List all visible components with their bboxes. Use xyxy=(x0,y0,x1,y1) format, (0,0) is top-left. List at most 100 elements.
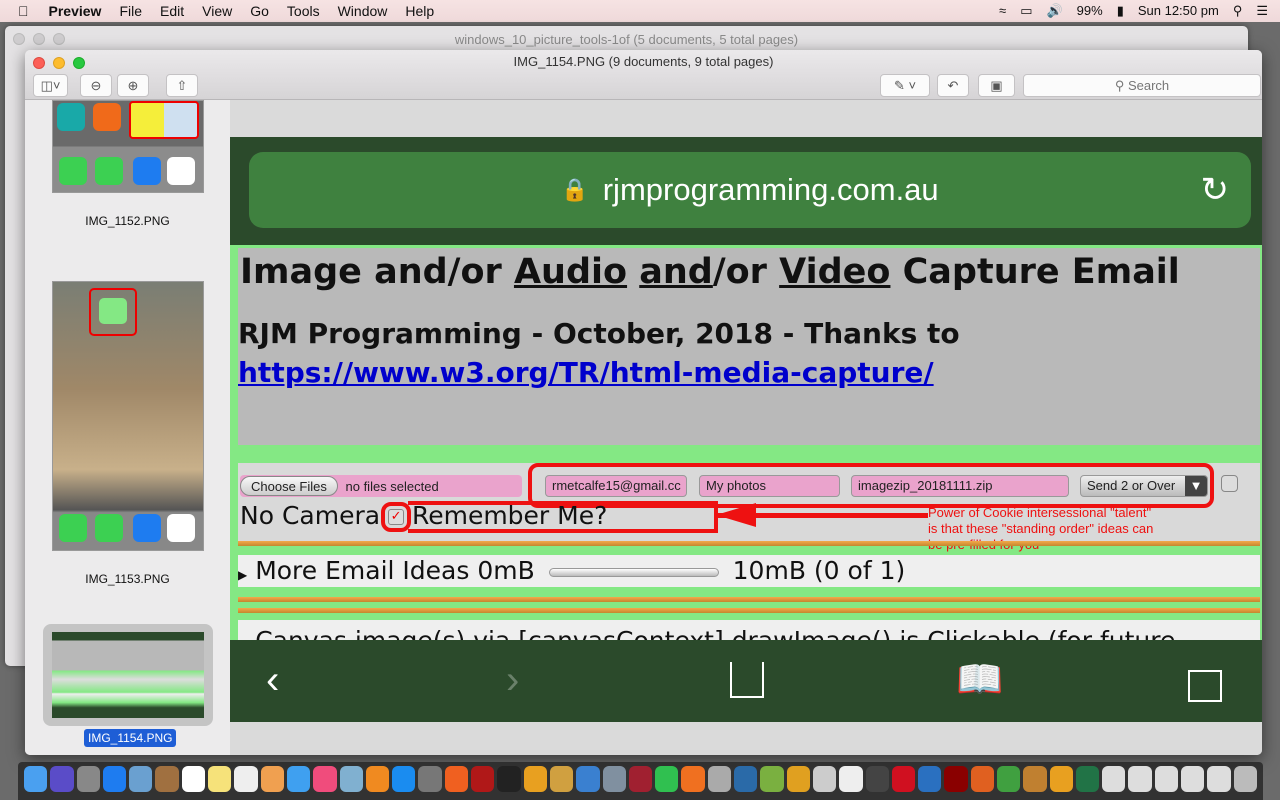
bookmarks-icon[interactable]: 📖 xyxy=(956,658,1003,702)
canvas-details[interactable]: ▶ Canvas image(s) via [canvasContext].dr… xyxy=(238,620,1260,640)
safari-icon[interactable] xyxy=(102,766,127,792)
markup-icon[interactable]: ✎ ˅ xyxy=(880,74,930,97)
w3-link[interactable]: https://www.w3.org/TR/html-media-capture… xyxy=(238,356,934,389)
apple-menu-icon[interactable]:  xyxy=(18,3,29,19)
tabs-icon[interactable] xyxy=(1188,670,1222,702)
messages-icon[interactable] xyxy=(286,766,311,792)
ibooks-icon[interactable] xyxy=(365,766,390,792)
toolbox-icon[interactable]: ▣ xyxy=(978,74,1015,97)
grapher-icon[interactable] xyxy=(707,766,732,792)
back-icon[interactable]: ‹ xyxy=(266,658,279,703)
forward-icon[interactable]: › xyxy=(506,658,519,703)
share-icon[interactable]: ⇧ xyxy=(166,74,198,97)
extra-checkbox[interactable] xyxy=(1221,475,1238,492)
volume-icon[interactable]: 🔊 xyxy=(1046,3,1062,19)
thumbnail-label[interactable]: IMG_1153.PNG xyxy=(25,572,230,586)
vscode-icon[interactable] xyxy=(918,766,942,792)
launchpad-icon[interactable] xyxy=(76,766,100,792)
menu-help[interactable]: Help xyxy=(405,3,434,19)
siri-icon[interactable] xyxy=(50,766,74,792)
notification-center-icon[interactable]: ☰ xyxy=(1256,3,1268,19)
photo-booth-icon[interactable] xyxy=(628,766,653,792)
battery-icon[interactable]: ▮ xyxy=(1117,3,1124,19)
menu-edit[interactable]: Edit xyxy=(160,3,184,19)
image-capture-icon[interactable] xyxy=(602,766,626,792)
rotate-icon[interactable]: ↶ xyxy=(937,74,969,97)
thumbnail-label-selected[interactable]: IMG_1154.PNG xyxy=(84,729,177,747)
thumbnail-img-1153[interactable] xyxy=(52,281,204,551)
menu-app-preview[interactable]: Preview xyxy=(49,3,102,19)
acrobat-icon[interactable] xyxy=(944,766,968,792)
textwrangler-icon[interactable] xyxy=(1023,766,1047,792)
disclosure-triangle-icon[interactable]: ▶ xyxy=(238,568,247,582)
quicktime-icon[interactable] xyxy=(865,766,889,792)
share-icon[interactable] xyxy=(730,662,764,698)
search-field[interactable]: ⚲ Search xyxy=(1023,74,1261,97)
video-link[interactable]: Video xyxy=(779,252,890,292)
finder-icon[interactable] xyxy=(24,766,48,792)
opera-icon[interactable] xyxy=(891,766,916,792)
zip-filename-input[interactable]: imagezip_20181111.zip xyxy=(851,475,1069,497)
choose-files-button[interactable]: Choose Files xyxy=(240,476,338,496)
inkscape-icon[interactable] xyxy=(812,766,837,792)
xampp-icon[interactable] xyxy=(523,766,547,792)
sidebar-toggle-icon[interactable]: ◫˅ xyxy=(33,74,68,97)
wifi-icon[interactable]: ≈ xyxy=(999,3,1006,19)
menu-go[interactable]: Go xyxy=(250,3,269,19)
excel-icon[interactable] xyxy=(1075,766,1100,792)
facetime-icon[interactable] xyxy=(655,766,679,792)
window5-icon[interactable] xyxy=(1207,766,1231,792)
preview-icon[interactable] xyxy=(339,766,363,792)
menu-tools[interactable]: Tools xyxy=(287,3,320,19)
email-input[interactable]: rmetcalfe15@gmail.cc xyxy=(545,475,687,497)
avast-icon[interactable] xyxy=(681,766,705,792)
window2-icon[interactable] xyxy=(1128,766,1152,792)
spotlight-icon[interactable]: ⚲ xyxy=(1233,3,1243,19)
textedit-icon[interactable] xyxy=(549,766,574,792)
notes-book-icon[interactable] xyxy=(155,766,179,792)
netbeans-icon[interactable] xyxy=(734,766,758,792)
subject-input[interactable]: My photos xyxy=(699,475,840,497)
airplay-icon[interactable]: ▭ xyxy=(1020,3,1032,19)
photos-icon[interactable] xyxy=(260,766,284,792)
audio-link[interactable]: Audio xyxy=(514,252,627,292)
selected-thumbnail-img-1154[interactable] xyxy=(43,624,213,726)
file-icon[interactable] xyxy=(839,766,863,792)
trash-icon[interactable] xyxy=(1233,766,1257,792)
remember-me-checkbox[interactable]: ✓ xyxy=(381,502,412,532)
notes-icon[interactable] xyxy=(208,766,232,792)
send-select[interactable]: Send 2 or Over ▼ xyxy=(1080,475,1208,497)
xcode-icon[interactable] xyxy=(576,766,600,792)
reload-icon[interactable]: ↻ xyxy=(1201,170,1230,210)
chrome-icon[interactable] xyxy=(996,766,1021,792)
firefox-icon[interactable] xyxy=(444,766,469,792)
clock[interactable]: Sun 12:50 pm xyxy=(1138,3,1219,19)
more-email-ideas-details[interactable]: ▶ More Email Ideas 0mB 10mB (0 of 1) xyxy=(238,555,1260,587)
zoom-in-icon[interactable]: ⊕ xyxy=(117,74,149,97)
menu-view[interactable]: View xyxy=(202,3,232,19)
thumbnail-img-1152[interactable] xyxy=(52,100,204,193)
address-bar[interactable]: 🔒 rjmprogramming.com.au ↻ xyxy=(249,152,1251,228)
filezilla-icon[interactable] xyxy=(471,766,495,792)
itunes-icon[interactable] xyxy=(313,766,337,792)
battery-percent[interactable]: 99% xyxy=(1077,3,1103,19)
gimp-icon[interactable] xyxy=(970,766,994,792)
android-studio-icon[interactable] xyxy=(760,766,784,792)
calendar-icon[interactable] xyxy=(181,766,206,792)
xampp2-icon[interactable] xyxy=(1049,766,1073,792)
menu-window[interactable]: Window xyxy=(338,3,388,19)
file-input[interactable]: Choose Files no files selected xyxy=(240,475,522,497)
terminal-icon[interactable] xyxy=(497,766,521,792)
window1-icon[interactable] xyxy=(1102,766,1126,792)
android-icon[interactable] xyxy=(786,766,810,792)
and-link[interactable]: and xyxy=(639,252,713,292)
window4-icon[interactable] xyxy=(1181,766,1205,792)
system-preferences-icon[interactable] xyxy=(418,766,442,792)
thumbnail-label[interactable]: IMG_1152.PNG xyxy=(25,214,230,228)
zoom-out-icon[interactable]: ⊖ xyxy=(80,74,112,97)
menu-file[interactable]: File xyxy=(119,3,142,19)
window3-icon[interactable] xyxy=(1154,766,1179,792)
reminders-icon[interactable] xyxy=(234,766,258,792)
app-store-icon[interactable] xyxy=(392,766,416,792)
mail-icon[interactable] xyxy=(129,766,153,792)
